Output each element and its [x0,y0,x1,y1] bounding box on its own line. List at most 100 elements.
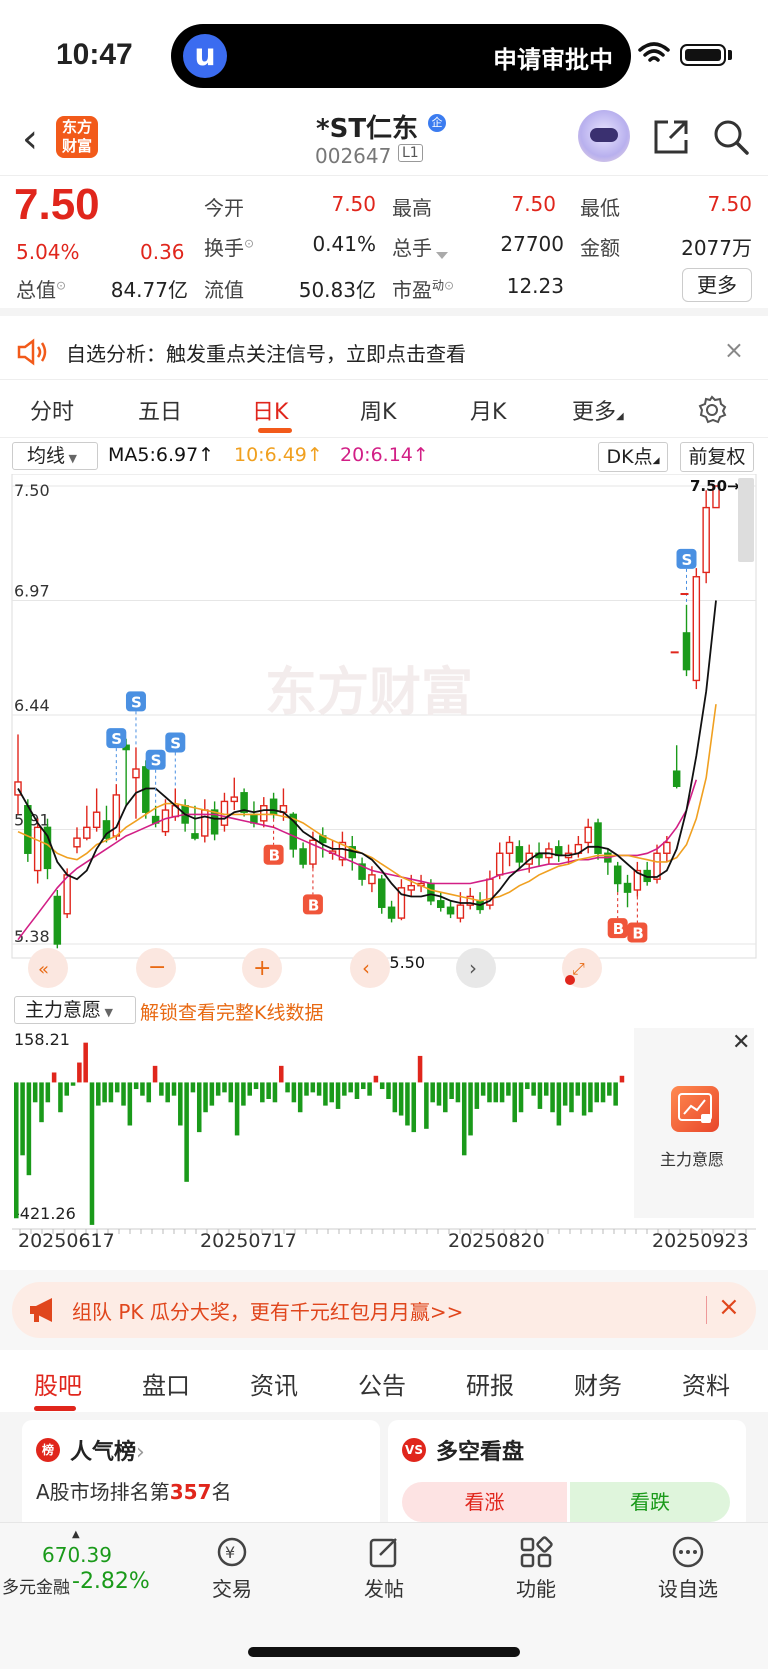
tab-more[interactable]: 更多◢ [572,394,624,426]
tab-intraday[interactable]: 分时 [30,394,74,426]
plus-icon: + [253,956,271,981]
tab-five-day[interactable]: 五日 [138,394,182,426]
ma5-label: MA5:6.97↑ [108,444,215,466]
main-force-bar [455,1082,461,1103]
stock-header: ‹ 东方财富 *ST仁东 企 002647 L1 [0,104,768,259]
stock-name: *ST仁东 [316,114,419,144]
main-force-bar [417,1055,423,1083]
wifi-icon [638,42,670,62]
svg-text:¥: ¥ [225,1543,235,1562]
search-icon[interactable] [712,118,750,156]
main-force-bar [83,1042,88,1083]
tab-announcements[interactable]: 公告 [358,1366,406,1401]
more-quote-button[interactable]: 更多 [682,268,752,302]
market-cap-label: 总值⊙ [16,278,67,302]
info-icon[interactable]: ⊙ [56,278,66,292]
main-force-bar [196,1082,202,1133]
tab-research[interactable]: 研报 [466,1366,514,1401]
dynamic-island[interactable]: u 申请审批中 [171,24,631,88]
main-force-bar [228,1082,234,1103]
low-value: 7.50 [707,192,752,216]
close-icon[interactable]: × [718,1292,740,1322]
ma-lines [17,600,717,941]
tab-news[interactable]: 资讯 [250,1366,298,1401]
candle-body [92,811,101,829]
tab-profile[interactable]: 资料 [682,1366,730,1401]
y-tick-label: 5.38 [14,927,50,946]
bearish-button[interactable]: 看跌 [570,1482,730,1522]
tab-finance[interactable]: 财务 [574,1366,622,1401]
main-force-bar [285,1082,290,1093]
nav-functions[interactable]: 功能 [496,1535,576,1602]
sector-change[interactable]: -2.82% [72,1569,150,1594]
nav-trade[interactable]: ¥ 交易 [192,1535,272,1602]
watchlist-analysis-banner[interactable]: 自选分析：触发重点关注信号，立即点击查看 × [0,324,768,380]
main-force-icon [671,1086,719,1132]
main-force-bar [430,1082,435,1103]
candle-body [515,846,524,863]
main-force-bar [152,1065,158,1083]
main-force-bar [487,1082,492,1103]
main-force-bar [531,1082,536,1096]
candle-body [584,826,592,844]
sector-name[interactable]: 多元金融 [2,1573,70,1598]
last-price-label: 7.50→ [690,477,740,495]
main-force-bar [241,1082,246,1106]
app-logo[interactable]: 东方财富 [56,116,98,158]
sentiment-card[interactable]: VS 多空看盘 看涨 看跌 [388,1420,746,1530]
main-force-bar [133,1082,139,1090]
open-value: 7.50 [331,192,376,216]
candle-body [446,906,455,915]
level-badge[interactable]: L1 [398,144,423,162]
close-icon[interactable]: ✕ [732,1030,750,1055]
back-icon[interactable]: ‹ [22,116,38,162]
main-force-bar [581,1082,587,1116]
candle-body [436,900,445,908]
pan-left-button[interactable] [350,948,390,988]
candle-body [672,770,681,787]
info-icon[interactable]: ⊙ [244,236,254,250]
adjustment-button[interactable]: 前复权 [680,442,754,472]
ai-assistant-avatar[interactable] [578,110,630,162]
close-icon[interactable]: × [724,336,744,364]
main-force-bar [45,1082,51,1103]
candle-body [33,826,42,872]
main-force-bar [480,1082,486,1096]
tab-guba[interactable]: 股吧 [34,1366,82,1401]
dk-point-button[interactable]: DK点◢ [598,442,668,472]
main-force-bar [108,1082,114,1103]
nav-add-watchlist[interactable]: 设自选 [648,1535,728,1602]
ma-select[interactable]: 均线 ▼ [12,442,98,470]
bullish-button[interactable]: 看涨 [402,1482,567,1522]
promo-banner[interactable]: 组队 PK 瓜分大奖，更有千元红包月月赢>> × [12,1282,756,1338]
candle-body [269,798,278,816]
minus-icon: − [148,955,166,980]
candle-body [191,833,199,839]
tab-weekly-k[interactable]: 周K [360,394,396,426]
main-force-bar [89,1082,95,1225]
signal-letter: B [632,924,643,942]
candle-body [299,848,307,865]
tab-monthly-k[interactable]: 月K [470,394,506,426]
tab-pankou[interactable]: 盘口 [142,1366,190,1401]
main-force-bar [323,1082,328,1106]
stock-code: 002647 [315,144,392,168]
main-force-bar [499,1082,505,1103]
popularity-card[interactable]: 榜 人气榜› A股市场排名第357名 [22,1420,380,1530]
gear-icon[interactable] [697,395,727,425]
volume-indicator-select[interactable]: 主力意愿 ▼ [14,996,136,1024]
y-axis-ticks: 7.506.976.445.915.38 [14,481,50,946]
candle-body [250,813,258,824]
main-force-bar [20,1082,25,1156]
share-icon[interactable] [652,118,690,156]
main-force-bar [537,1082,543,1109]
unlock-kline-link[interactable]: 解锁查看完整K线数据 [140,998,323,1025]
nav-post[interactable]: 发帖 [344,1535,424,1602]
main-force-panel[interactable]: ✕ 主力意愿 [634,1028,754,1218]
signal-letter: S [682,551,693,569]
sector-index-value[interactable]: 670.39 [42,1543,112,1567]
main-force-bar [114,1082,120,1093]
more-circle-icon [672,1536,704,1568]
tab-daily-k[interactable]: 日K [252,394,288,426]
info-icon[interactable]: ⊙ [444,278,454,292]
